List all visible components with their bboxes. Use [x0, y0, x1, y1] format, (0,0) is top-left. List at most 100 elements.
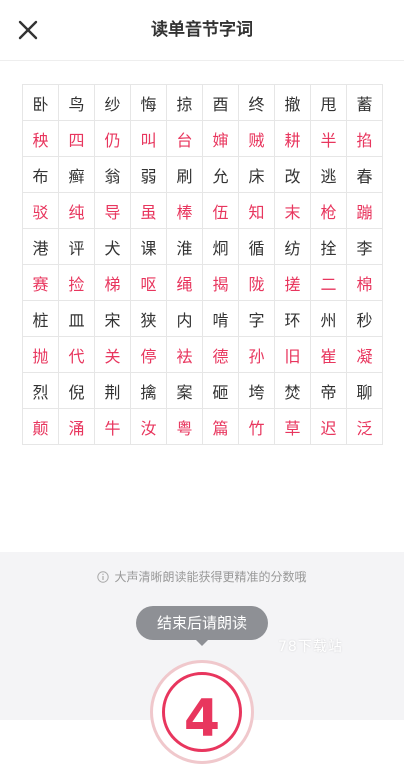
character-cell: 淮: [167, 229, 203, 265]
character-cell: 代: [59, 337, 95, 373]
character-cell: 孙: [239, 337, 275, 373]
character-cell: 砸: [203, 373, 239, 409]
character-cell: 评: [59, 229, 95, 265]
character-cell: 鸟: [59, 85, 95, 121]
character-cell: 牛: [95, 409, 131, 445]
character-cell: 迟: [311, 409, 347, 445]
character-cell: 棒: [167, 193, 203, 229]
character-cell: 炯: [203, 229, 239, 265]
character-cell: 四: [59, 121, 95, 157]
character-cell: 末: [275, 193, 311, 229]
character-cell: 赛: [23, 265, 59, 301]
character-cell: 旧: [275, 337, 311, 373]
character-cell: 粤: [167, 409, 203, 445]
character-cell: 贼: [239, 121, 275, 157]
character-cell: 刷: [167, 157, 203, 193]
character-cell: 掐: [347, 121, 383, 157]
character-cell: 秒: [347, 301, 383, 337]
character-cell: 癣: [59, 157, 95, 193]
character-cell: 枪: [311, 193, 347, 229]
character-cell: 李: [347, 229, 383, 265]
character-cell: 陇: [239, 265, 275, 301]
tip-text: 大声清晰朗读能获得更精准的分数哦: [114, 570, 307, 584]
character-cell: 弱: [131, 157, 167, 193]
character-cell: 倪: [59, 373, 95, 409]
character-cell: 关: [95, 337, 131, 373]
character-cell: 床: [239, 157, 275, 193]
character-cell: 导: [95, 193, 131, 229]
character-cell: 课: [131, 229, 167, 265]
character-cell: 内: [167, 301, 203, 337]
character-cell: 酉: [203, 85, 239, 121]
character-cell: 皿: [59, 301, 95, 337]
read-after-tooltip: 结束后请朗读: [136, 606, 268, 640]
character-cell: 草: [275, 409, 311, 445]
character-cell: 允: [203, 157, 239, 193]
character-cell: 甩: [311, 85, 347, 121]
character-cell: 拴: [311, 229, 347, 265]
character-cell: 狭: [131, 301, 167, 337]
character-cell: 袪: [167, 337, 203, 373]
character-cell: 捡: [59, 265, 95, 301]
character-cell: 港: [23, 229, 59, 265]
character-cell: 帝: [311, 373, 347, 409]
character-cell: 颠: [23, 409, 59, 445]
character-cell: 蹦: [347, 193, 383, 229]
character-cell: 二: [311, 265, 347, 301]
character-cell: 搓: [275, 265, 311, 301]
character-cell: 改: [275, 157, 311, 193]
character-cell: 呕: [131, 265, 167, 301]
character-cell: 字: [239, 301, 275, 337]
character-cell: 梯: [95, 265, 131, 301]
character-cell: 擒: [131, 373, 167, 409]
character-cell: 撤: [275, 85, 311, 121]
character-cell: 凝: [347, 337, 383, 373]
info-icon: [97, 570, 110, 583]
character-cell: 垮: [239, 373, 275, 409]
character-cell: 蓄: [347, 85, 383, 121]
character-cell: 逃: [311, 157, 347, 193]
countdown-timer: 4: [150, 660, 254, 764]
character-cell: 纺: [275, 229, 311, 265]
character-cell: 汝: [131, 409, 167, 445]
character-cell: 竹: [239, 409, 275, 445]
character-cell: 驳: [23, 193, 59, 229]
character-cell: 终: [239, 85, 275, 121]
character-cell: 耕: [275, 121, 311, 157]
character-cell: 宋: [95, 301, 131, 337]
character-cell: 停: [131, 337, 167, 373]
character-cell: 布: [23, 157, 59, 193]
character-cell: 犬: [95, 229, 131, 265]
character-cell: 涌: [59, 409, 95, 445]
watermark: 78下载站: [278, 639, 343, 655]
character-cell: 抛: [23, 337, 59, 373]
character-cell: 婶: [203, 121, 239, 157]
character-cell: 纱: [95, 85, 131, 121]
header: 读单音节字词: [0, 0, 404, 60]
character-cell: 春: [347, 157, 383, 193]
character-cell: 知: [239, 193, 275, 229]
character-cell: 叫: [131, 121, 167, 157]
character-cell: 台: [167, 121, 203, 157]
character-cell: 纯: [59, 193, 95, 229]
character-cell: 循: [239, 229, 275, 265]
countdown-number: 4: [183, 689, 221, 749]
character-cell: 泛: [347, 409, 383, 445]
page-title: 读单音节字词: [151, 20, 253, 40]
character-cell: 环: [275, 301, 311, 337]
character-cell: 卧: [23, 85, 59, 121]
character-cell: 州: [311, 301, 347, 337]
character-cell: 棉: [347, 265, 383, 301]
character-cell: 虽: [131, 193, 167, 229]
character-cell: 桩: [23, 301, 59, 337]
character-cell: 烈: [23, 373, 59, 409]
character-cell: 掠: [167, 85, 203, 121]
character-cell: 案: [167, 373, 203, 409]
character-cell: 焚: [275, 373, 311, 409]
character-cell: 悔: [131, 85, 167, 121]
character-cell: 揭: [203, 265, 239, 301]
character-cell: 聊: [347, 373, 383, 409]
reading-tip: 大声清晰朗读能获得更精准的分数哦: [0, 568, 404, 585]
character-cell: 秧: [23, 121, 59, 157]
character-cell: 荆: [95, 373, 131, 409]
